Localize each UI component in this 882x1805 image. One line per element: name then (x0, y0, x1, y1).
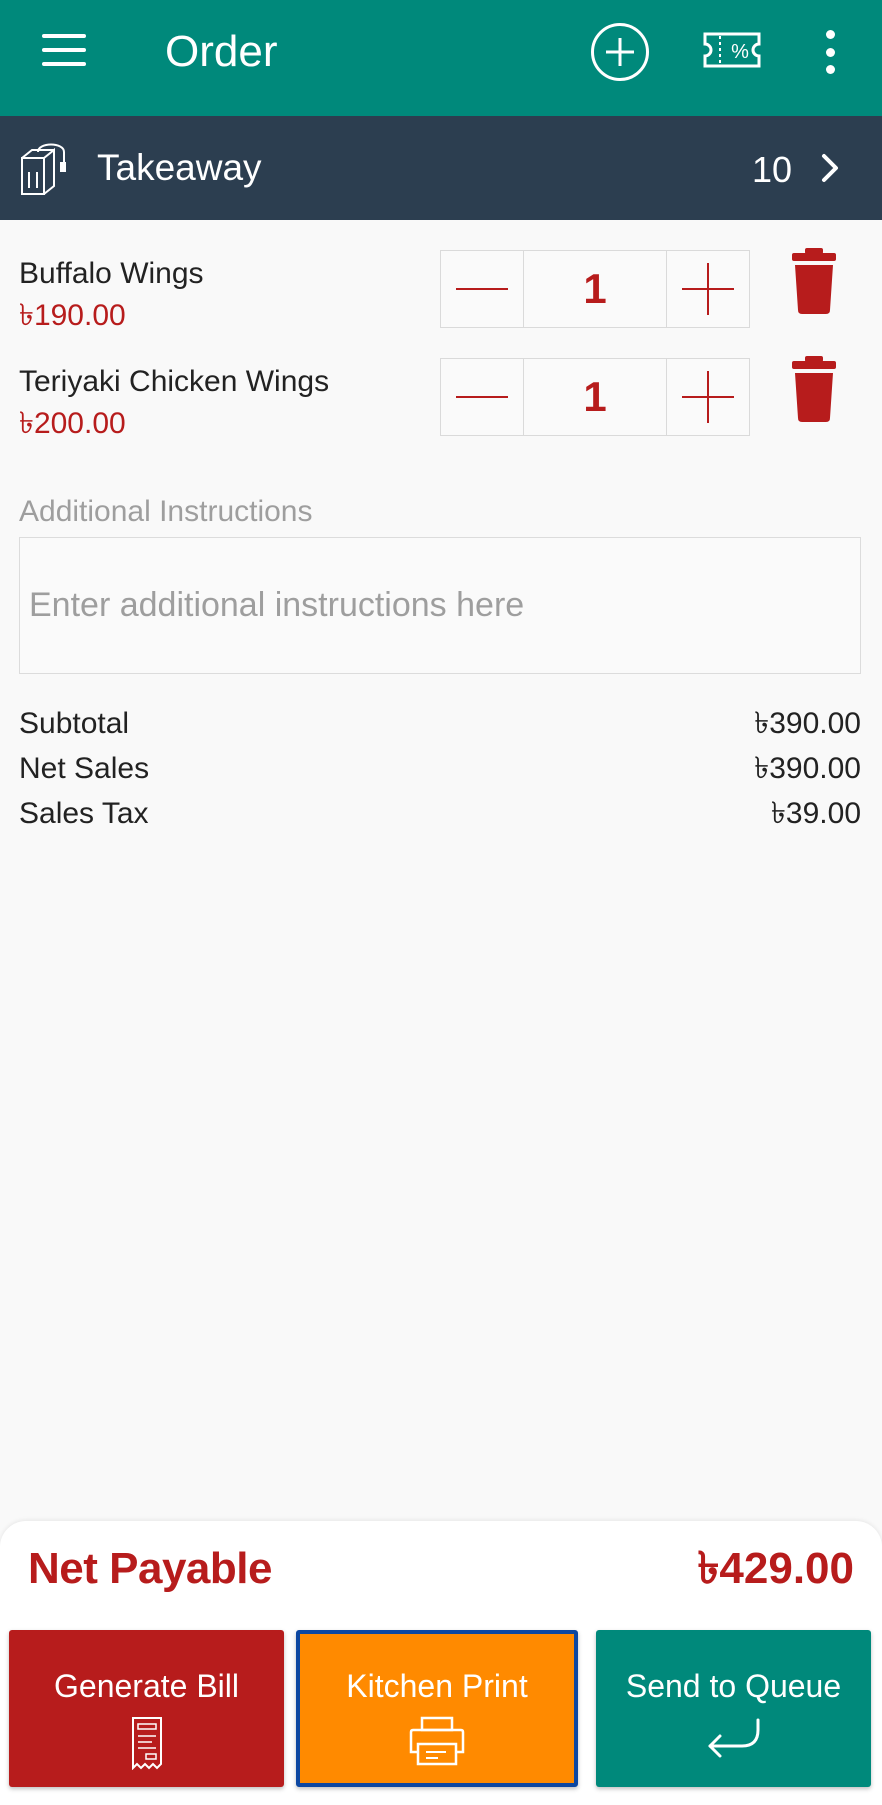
net-sales-label: Net Sales (19, 752, 150, 785)
subtotal-row: Subtotal ৳390.00 (19, 701, 861, 746)
quantity-value: 1 (523, 359, 667, 435)
kitchen-print-button[interactable]: Kitchen Print (296, 1630, 578, 1787)
order-type-label: Takeaway (97, 147, 262, 188)
receipt-icon (131, 1717, 162, 1770)
subtotal-value: ৳390.00 (754, 707, 861, 740)
coupon-discount-icon[interactable]: % (702, 30, 762, 70)
sales-tax-label: Sales Tax (19, 797, 149, 830)
quantity-value: 1 (523, 251, 667, 327)
menu-icon[interactable] (34, 28, 94, 72)
more-vertical-icon[interactable] (815, 24, 845, 80)
checkout-panel: Net Payable ৳429.00 Generate Bill Kitche… (0, 1521, 882, 1805)
quantity-stepper: 1 (440, 250, 750, 328)
instructions-label: Additional Instructions (19, 495, 313, 528)
net-sales-value: ৳390.00 (754, 752, 861, 785)
order-summary: Subtotal ৳390.00 Net Sales ৳390.00 Sales… (19, 701, 861, 836)
chevron-right-icon (822, 154, 838, 182)
generate-bill-label: Generate Bill (54, 1668, 239, 1704)
trash-icon[interactable] (790, 356, 838, 422)
app-bar: Order % (0, 0, 882, 116)
decrease-quantity-button[interactable] (441, 359, 523, 435)
generate-bill-button[interactable]: Generate Bill (9, 1630, 284, 1787)
kitchen-print-label: Kitchen Print (346, 1668, 528, 1704)
send-to-queue-button[interactable]: Send to Queue (596, 1630, 871, 1787)
quantity-stepper: 1 (440, 358, 750, 436)
instructions-input[interactable] (19, 537, 861, 674)
return-arrow-icon (708, 1718, 759, 1758)
sales-tax-value: ৳39.00 (770, 797, 861, 830)
page-title: Order (165, 27, 278, 76)
order-type-bar[interactable]: Takeaway 10 (0, 116, 882, 220)
send-to-queue-label: Send to Queue (625, 1668, 842, 1704)
decrease-quantity-button[interactable] (441, 251, 523, 327)
subtotal-label: Subtotal (19, 707, 130, 740)
takeaway-bag-icon (21, 143, 66, 195)
trash-icon[interactable] (790, 248, 838, 314)
net-payable-value: ৳429.00 (697, 1544, 855, 1593)
increase-quantity-button[interactable] (667, 251, 749, 327)
item-name: Teriyaki Chicken Wings (19, 365, 330, 398)
net-payable-label: Net Payable (28, 1544, 272, 1593)
increase-quantity-button[interactable] (667, 359, 749, 435)
svg-text:%: % (731, 41, 749, 63)
item-name: Buffalo Wings (19, 257, 204, 290)
order-count: 10 (751, 149, 792, 190)
item-price: ৳200.00 (19, 407, 126, 440)
item-price: ৳190.00 (19, 299, 126, 332)
net-sales-row: Net Sales ৳390.00 (19, 746, 861, 791)
order-item: Teriyaki Chicken Wings ৳200.00 1 (0, 356, 882, 462)
sales-tax-row: Sales Tax ৳39.00 (19, 791, 861, 836)
order-item: Buffalo Wings ৳190.00 1 (0, 248, 882, 354)
add-circle-icon[interactable] (591, 23, 649, 81)
printer-icon (409, 1716, 465, 1766)
